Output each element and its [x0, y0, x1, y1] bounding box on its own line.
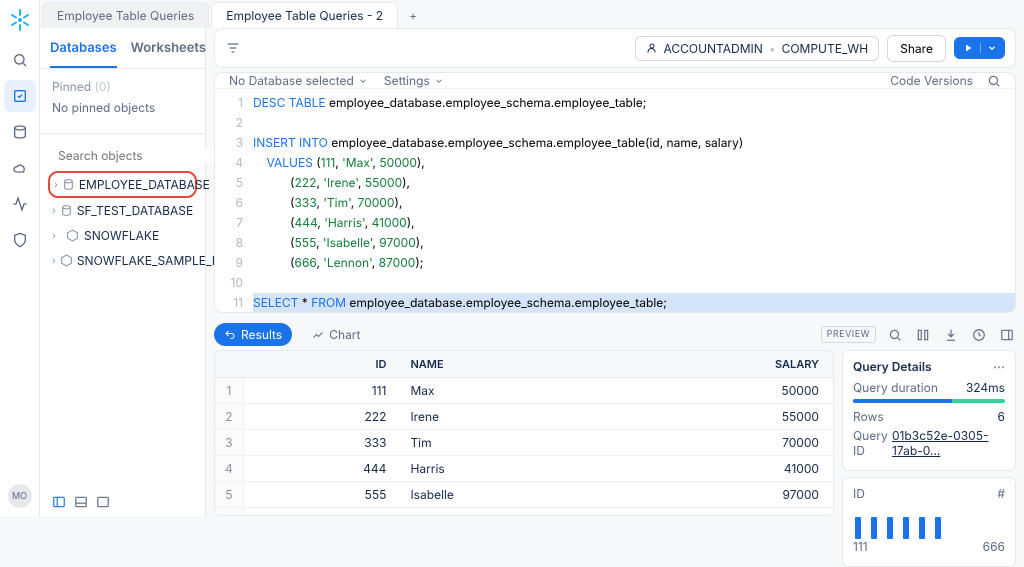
tree-item-database[interactable]: ›SF_TEST_DATABASE [48, 198, 197, 223]
databases-icon[interactable] [4, 116, 36, 148]
worksheet-toolbar: ACCOUNTADMIN • COMPUTE_WH Share [214, 28, 1016, 68]
table-row[interactable]: 1111Max50000 [215, 378, 833, 404]
histogram-card: ID# 111666 [842, 477, 1016, 567]
settings-select[interactable]: Settings [384, 73, 444, 88]
panel-icon[interactable] [998, 326, 1016, 344]
chevron-down-icon [434, 76, 444, 86]
share-button[interactable]: Share [887, 35, 946, 62]
tree-item-database[interactable]: ›SNOWFLAKE_SAMPLE_DA... [48, 248, 197, 273]
activity-icon[interactable] [4, 188, 36, 220]
role-warehouse-select[interactable]: ACCOUNTADMIN • COMPUTE_WH [635, 36, 880, 61]
table-row[interactable]: 2222Irene55000 [215, 404, 833, 430]
download-icon[interactable] [942, 326, 960, 344]
play-icon [962, 42, 974, 54]
tab-results[interactable]: Results [214, 323, 292, 346]
db-context-select[interactable]: No Database selected [229, 73, 368, 88]
panel-bottom-icon[interactable] [74, 495, 88, 509]
search-icon[interactable] [987, 74, 1001, 88]
no-pinned-text: No pinned objects [52, 100, 193, 115]
avatar[interactable]: MO [8, 484, 32, 508]
chevron-down-icon[interactable] [980, 43, 997, 53]
results-grid[interactable]: IDNAMESALARY1111Max500002222Irene5500033… [214, 350, 834, 516]
query-id-link[interactable]: 01b3c52e-0305-17ab-0... [892, 428, 1005, 458]
preview-badge: PREVIEW [821, 326, 876, 343]
return-icon [224, 329, 236, 341]
table-row[interactable]: 6666Lennon87000 [215, 508, 833, 517]
nav-rail: MO [0, 0, 40, 516]
add-tab-button[interactable]: + [400, 2, 426, 28]
tab-chart[interactable]: Chart [302, 323, 370, 346]
tab-worksheets[interactable]: Worksheets [131, 28, 206, 68]
code-versions-link[interactable]: Code Versions [890, 73, 973, 88]
sql-editor[interactable]: 123456789101112 DESC TABLE employee_data… [215, 89, 1015, 313]
cloud-icon[interactable] [4, 152, 36, 184]
hash-icon: # [997, 486, 1005, 501]
query-details-card: Query Details⋯ Query duration324ms Rows6… [842, 350, 1016, 471]
worksheet-tab[interactable]: Employee Table Queries [42, 2, 209, 28]
run-button[interactable] [954, 37, 1005, 59]
chevron-down-icon [358, 76, 368, 86]
tree-item-database[interactable]: ›SNOWFLAKE [48, 223, 197, 248]
object-browser: Databases Worksheets Pinned (0) No pinne… [40, 28, 206, 516]
snowflake-logo [8, 8, 32, 32]
history-icon[interactable] [970, 326, 988, 344]
panel-icon[interactable] [96, 495, 110, 509]
pinned-label: Pinned (0) [52, 79, 193, 94]
shield-icon[interactable] [4, 224, 36, 256]
user-icon [646, 42, 658, 54]
tab-databases[interactable]: Databases [50, 28, 117, 68]
worksheets-icon[interactable] [4, 80, 36, 112]
duration-bar [853, 399, 1005, 403]
chart-icon [312, 329, 324, 341]
columns-icon[interactable] [914, 326, 932, 344]
more-icon[interactable]: ⋯ [993, 359, 1005, 374]
search-icon[interactable] [886, 326, 904, 344]
panel-left-icon[interactable] [52, 495, 66, 509]
footer-icons [40, 492, 110, 512]
tree-item-database[interactable]: ›EMPLOYEE_DATABASE [48, 171, 197, 198]
table-row[interactable]: 5555Isabelle97000 [215, 482, 833, 508]
table-row[interactable]: 4444Harris41000 [215, 456, 833, 482]
search-icon[interactable] [4, 44, 36, 76]
filter-icon[interactable] [225, 40, 241, 56]
table-row[interactable]: 3333Tim70000 [215, 430, 833, 456]
worksheet-tab[interactable]: Employee Table Queries - 2 [211, 2, 398, 28]
